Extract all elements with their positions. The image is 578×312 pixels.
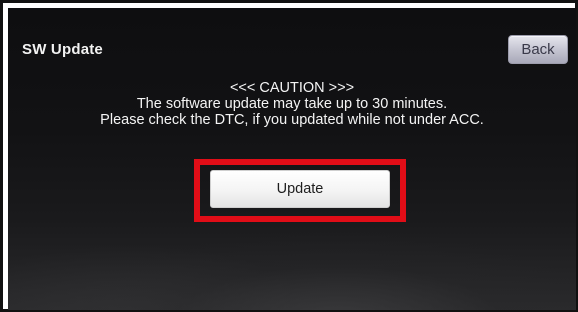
caution-line-dtc: Please check the DTC, if you updated whi… — [100, 112, 484, 128]
head-unit-screen: SW Update Back <<< CAUTION >>> The softw… — [8, 8, 576, 310]
highlight-annotation-box — [194, 159, 406, 222]
screenshot-frame: SW Update Back <<< CAUTION >>> The softw… — [0, 0, 578, 312]
caution-message: <<< CAUTION >>> The software update may … — [8, 80, 576, 128]
page-title: SW Update — [22, 41, 103, 58]
back-button[interactable]: Back — [508, 35, 568, 64]
caution-heading: <<< CAUTION >>> — [229, 80, 355, 96]
caution-line-duration: The software update may take up to 30 mi… — [136, 96, 448, 112]
